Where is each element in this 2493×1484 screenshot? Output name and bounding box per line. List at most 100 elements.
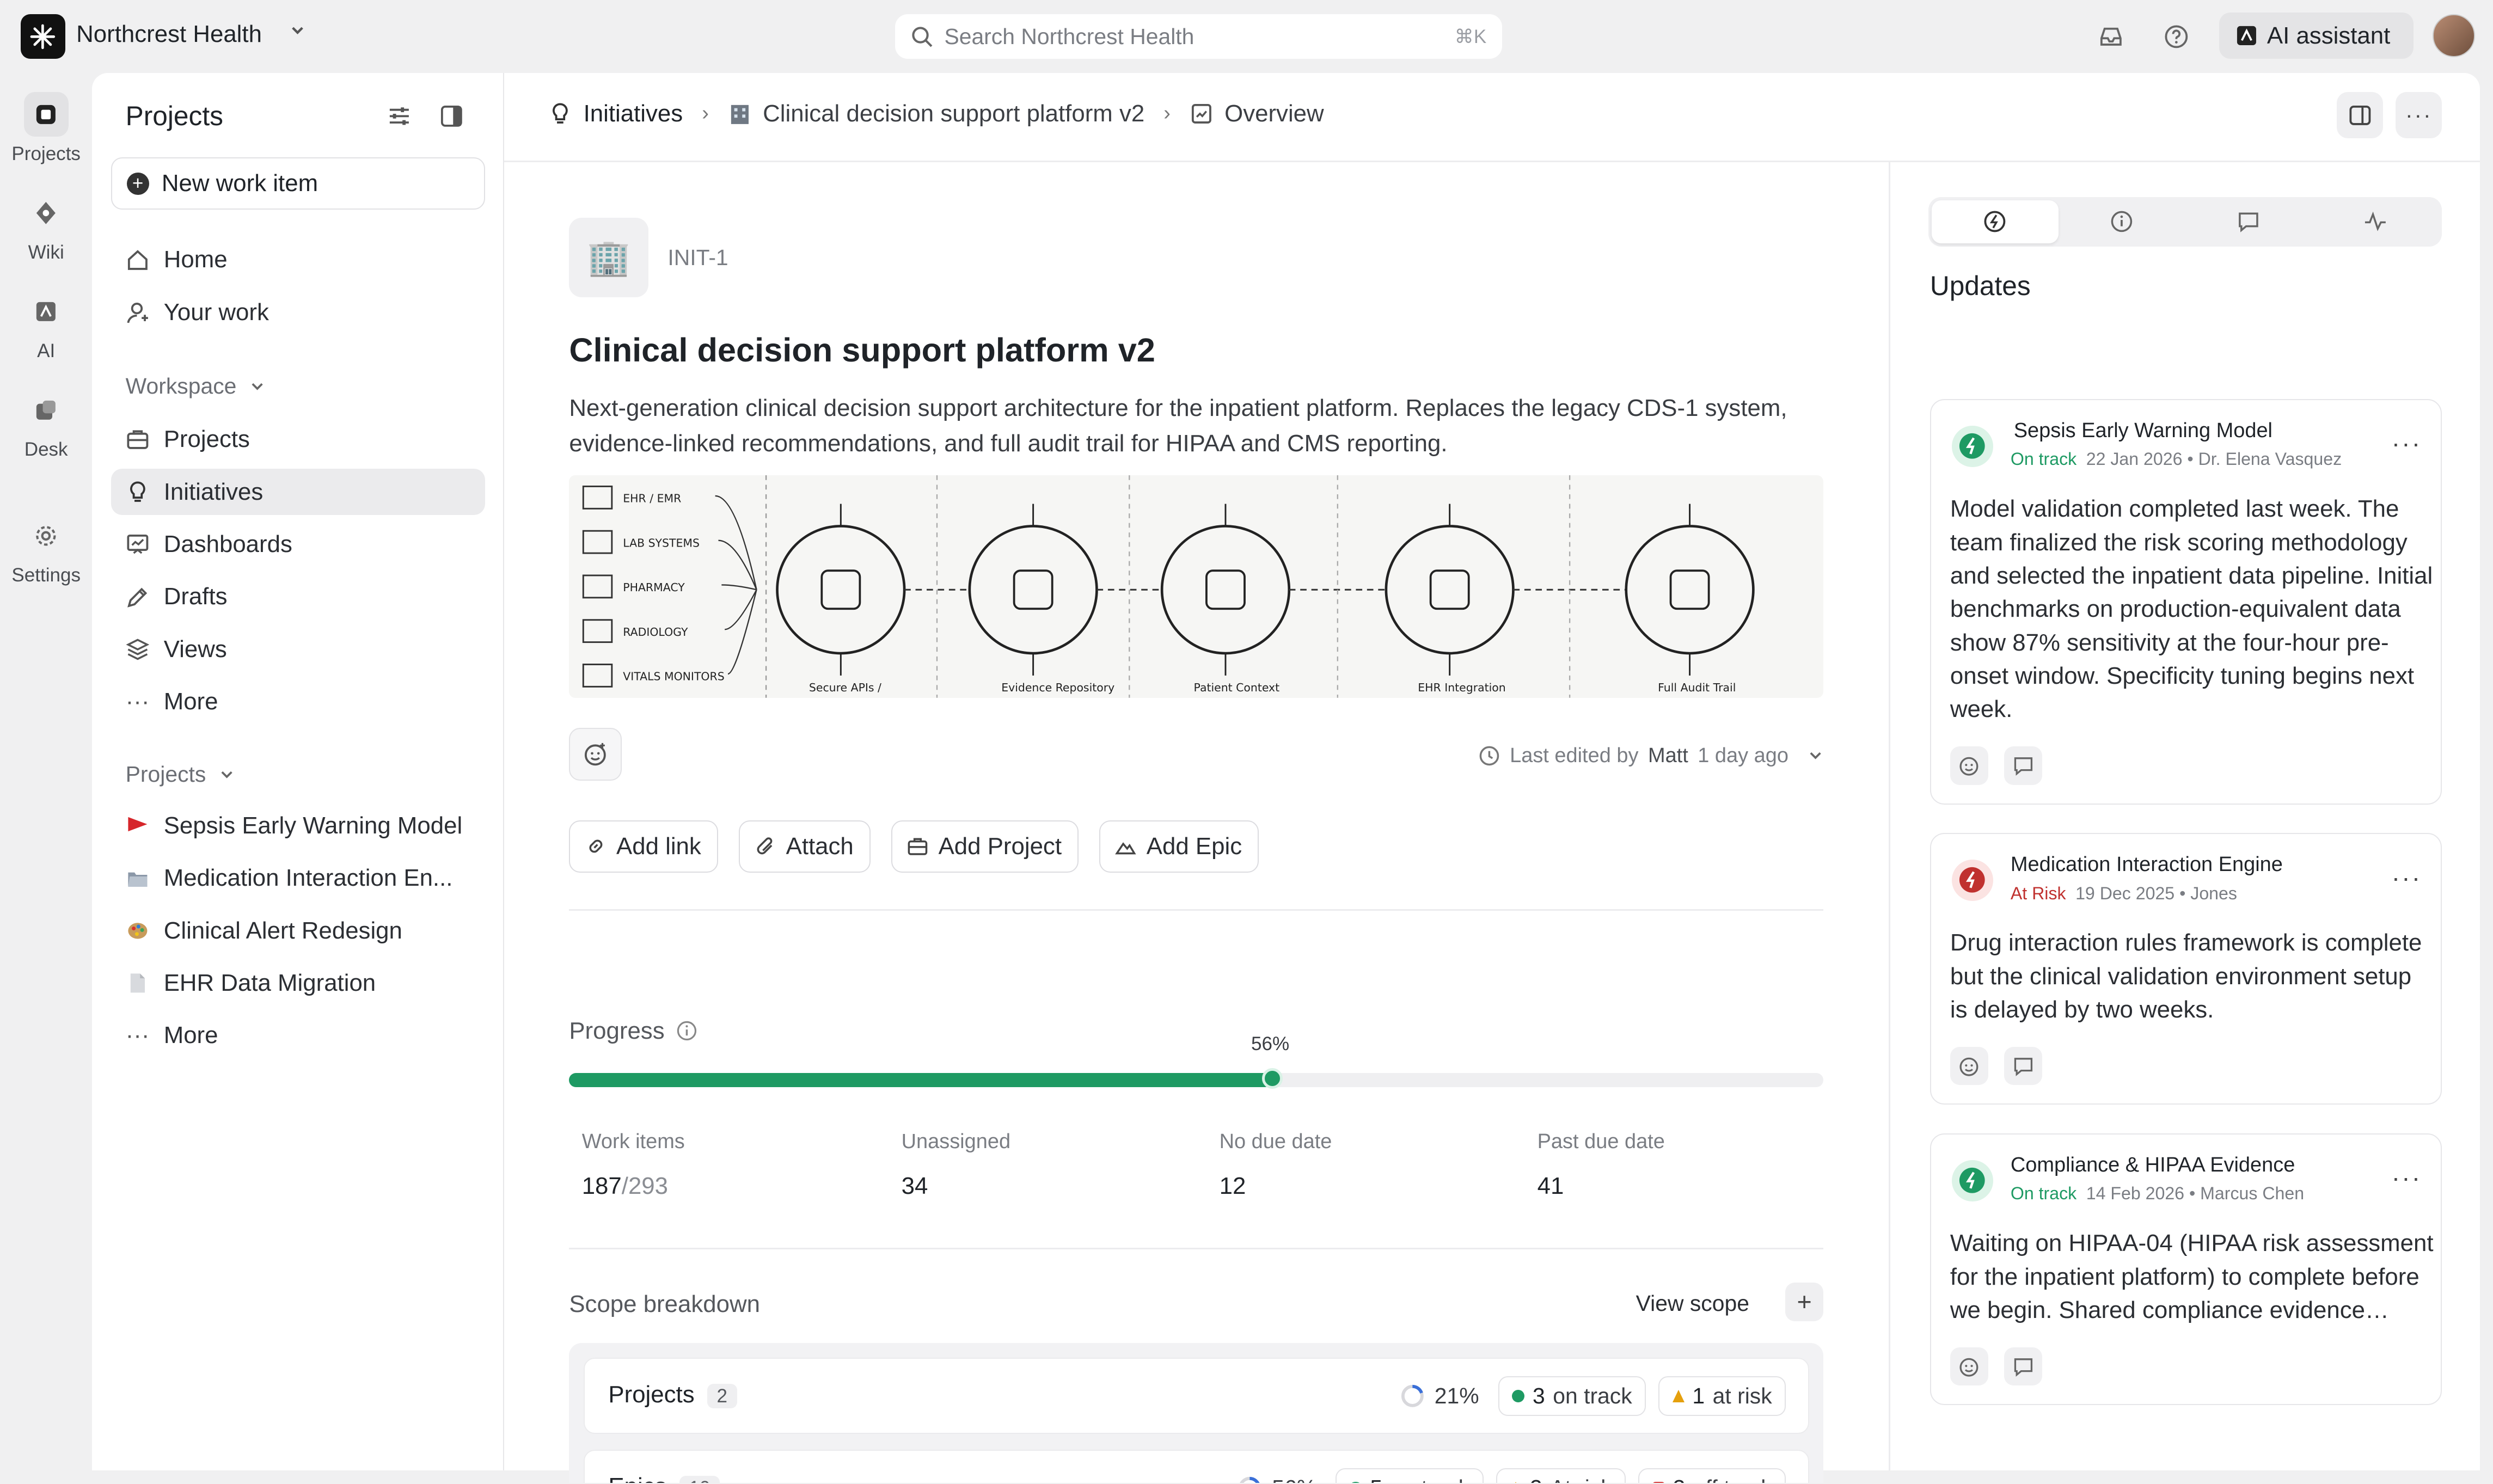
tab-activity[interactable] xyxy=(2312,200,2439,243)
sidebar-project-medication[interactable]: Medication Interaction En... xyxy=(111,855,485,902)
workspace-logo-icon[interactable] xyxy=(20,14,65,59)
sidebar-item-views[interactable]: Views xyxy=(111,626,485,672)
ai-assistant-button[interactable]: AI assistant xyxy=(2219,13,2414,59)
reply-button[interactable] xyxy=(2004,1047,2043,1086)
initiative-description[interactable]: Next-generation clinical decision suppor… xyxy=(569,391,1823,461)
chevron-down-icon[interactable] xyxy=(288,21,307,45)
filter-settings-icon[interactable] xyxy=(385,102,414,131)
updates-panel: Updates Sepsis Early Warning Model On tr… xyxy=(1890,162,2480,1470)
add-reaction-button[interactable] xyxy=(1950,1047,1988,1086)
toggle-sidebar-icon[interactable] xyxy=(437,102,466,131)
diagram-stage-icon xyxy=(1430,569,1470,610)
add-reaction-button[interactable] xyxy=(1950,1347,1988,1386)
breadcrumb-initiative[interactable]: Clinical decision support platform v2 xyxy=(763,100,1144,127)
on-track-chip[interactable]: 5 on track xyxy=(1336,1468,1484,1483)
toggle-panel-button[interactable] xyxy=(2337,92,2384,139)
briefcase-icon xyxy=(908,838,928,856)
reply-button[interactable] xyxy=(2004,746,2043,785)
plus-icon: + xyxy=(1797,1287,1812,1316)
stat-no-due-date[interactable]: No due date 12 xyxy=(1220,1130,1522,1200)
rail-item-wiki[interactable]: Wiki xyxy=(0,191,92,263)
scope-row-projects[interactable]: Projects 2 21% 3 on track 1 at risk xyxy=(583,1357,1809,1434)
rail-item-ai[interactable]: AI xyxy=(0,289,92,361)
layers-icon xyxy=(126,637,150,661)
tab-comments[interactable] xyxy=(2185,200,2312,243)
sidebar-item-home[interactable]: Home xyxy=(111,237,485,283)
history-icon xyxy=(1479,746,1499,765)
projects-section-toggle[interactable]: Projects xyxy=(126,762,235,787)
stat-value: 187 xyxy=(581,1173,622,1200)
off-track-count: 3 xyxy=(1673,1475,1686,1483)
sidebar-item-dashboards[interactable]: Dashboards xyxy=(111,522,485,568)
sidebar-item-your-work[interactable]: Your work xyxy=(111,289,485,335)
tab-details[interactable] xyxy=(2059,200,2185,243)
update-card[interactable]: Medication Interaction Engine At Risk 19 … xyxy=(1930,833,2442,1105)
last-edited[interactable]: Last edited by Matt 1 day ago xyxy=(1478,744,1824,768)
sidebar-item-more[interactable]: ··· More xyxy=(111,679,485,725)
emoji-icon xyxy=(1959,757,1979,776)
diagram-source-label: EHR / EMR xyxy=(623,492,682,505)
update-author: Marcus Chen xyxy=(2200,1183,2305,1204)
update-card[interactable]: Sepsis Early Warning Model On track 22 Ja… xyxy=(1930,398,2442,805)
help-icon[interactable] xyxy=(2160,21,2192,52)
workspace-name[interactable]: Northcrest Health xyxy=(76,21,262,48)
add-epic-button[interactable]: Add Epic xyxy=(1099,820,1259,873)
avatar[interactable] xyxy=(2432,14,2476,58)
attach-button[interactable]: Attach xyxy=(738,820,871,873)
rail-item-projects[interactable]: Projects xyxy=(0,92,92,164)
view-scope-link[interactable]: View scope xyxy=(1636,1291,1749,1316)
overview-content: 🏢 INIT-1 Clinical decision support platf… xyxy=(569,162,1824,1483)
source-icon xyxy=(583,574,613,599)
scope-row-epics[interactable]: Epics 10 56% 5 on track 2 At risk 3 off trac… xyxy=(583,1450,1809,1483)
sidebar-project-ehr-migration[interactable]: EHR Data Migration xyxy=(111,960,485,1007)
sidebar-item-drafts[interactable]: Drafts xyxy=(111,574,485,620)
stat-work-items[interactable]: Work items 187/293 xyxy=(582,1130,884,1200)
more-options-button[interactable]: ··· xyxy=(2396,92,2442,139)
rail-item-desk[interactable]: Desk xyxy=(0,388,92,460)
page-title[interactable]: Clinical decision support platform v2 xyxy=(569,330,1155,369)
rail-label-settings: Settings xyxy=(11,564,81,586)
card-more-icon[interactable]: ··· xyxy=(2392,863,2422,892)
progress-bar xyxy=(569,1068,1824,1089)
sidebar-item-initiatives[interactable]: Initiatives xyxy=(111,469,485,516)
update-status: At Risk xyxy=(2010,883,2066,903)
sidebar-item-projects[interactable]: Projects xyxy=(111,416,485,463)
update-card[interactable]: Compliance & HIPAA Evidence On track 14 F… xyxy=(1930,1133,2442,1406)
new-work-item-button[interactable]: + New work item xyxy=(111,157,485,210)
add-link-button[interactable]: Add link xyxy=(569,820,719,873)
add-reaction-button[interactable] xyxy=(569,728,622,781)
at-risk-chip[interactable]: 1 at risk xyxy=(1658,1376,1786,1416)
sidebar-project-alert-redesign[interactable]: Clinical Alert Redesign xyxy=(111,907,485,954)
add-reaction-button[interactable] xyxy=(1950,746,1988,785)
sidebar-projects-more[interactable]: ··· More xyxy=(111,1013,485,1059)
on-track-chip[interactable]: 3 on track xyxy=(1498,1376,1646,1416)
action-row: Add link Attach Add Project Add Epic xyxy=(569,820,1259,873)
tab-updates[interactable] xyxy=(1931,200,2059,243)
sidebar-item-label: More xyxy=(163,1022,218,1049)
card-more-icon[interactable]: ··· xyxy=(2392,1163,2422,1192)
stat-unassigned[interactable]: Unassigned 34 xyxy=(902,1130,1204,1200)
add-scope-button[interactable]: + xyxy=(1785,1283,1824,1321)
initiative-icon[interactable]: 🏢 xyxy=(569,218,649,298)
rail-item-settings[interactable]: Settings xyxy=(0,513,92,586)
architecture-diagram-image: EHR / EMR LAB SYSTEMS PHARMACY RADIOLOGY VIT… xyxy=(569,475,1824,698)
info-icon[interactable] xyxy=(676,1020,698,1042)
stat-past-due-date[interactable]: Past due date 41 xyxy=(1538,1130,1840,1200)
source-icon xyxy=(583,530,613,554)
search-placeholder: Search Northcrest Health xyxy=(944,23,1195,49)
search-input[interactable]: Search Northcrest Health ⌘K xyxy=(895,14,1503,59)
home-icon xyxy=(126,248,150,272)
reply-button[interactable] xyxy=(2004,1347,2043,1386)
card-more-icon[interactable]: ··· xyxy=(2392,428,2422,458)
info-icon xyxy=(2111,211,2133,232)
sidebar-project-sepsis[interactable]: Sepsis Early Warning Model xyxy=(111,803,485,849)
breadcrumb-overview[interactable]: Overview xyxy=(1224,100,1324,127)
diagram-stage-ring xyxy=(776,525,906,655)
update-body: Model validation completed last week. Th… xyxy=(1950,495,2433,723)
at-risk-chip[interactable]: 2 At risk xyxy=(1496,1468,1626,1483)
workspace-section-toggle[interactable]: Workspace xyxy=(126,373,265,399)
breadcrumb-initiatives[interactable]: Initiatives xyxy=(584,100,683,127)
off-track-chip[interactable]: 3 off track xyxy=(1638,1468,1786,1483)
inbox-icon[interactable] xyxy=(2096,21,2127,52)
add-project-button[interactable]: Add Project xyxy=(891,820,1079,873)
